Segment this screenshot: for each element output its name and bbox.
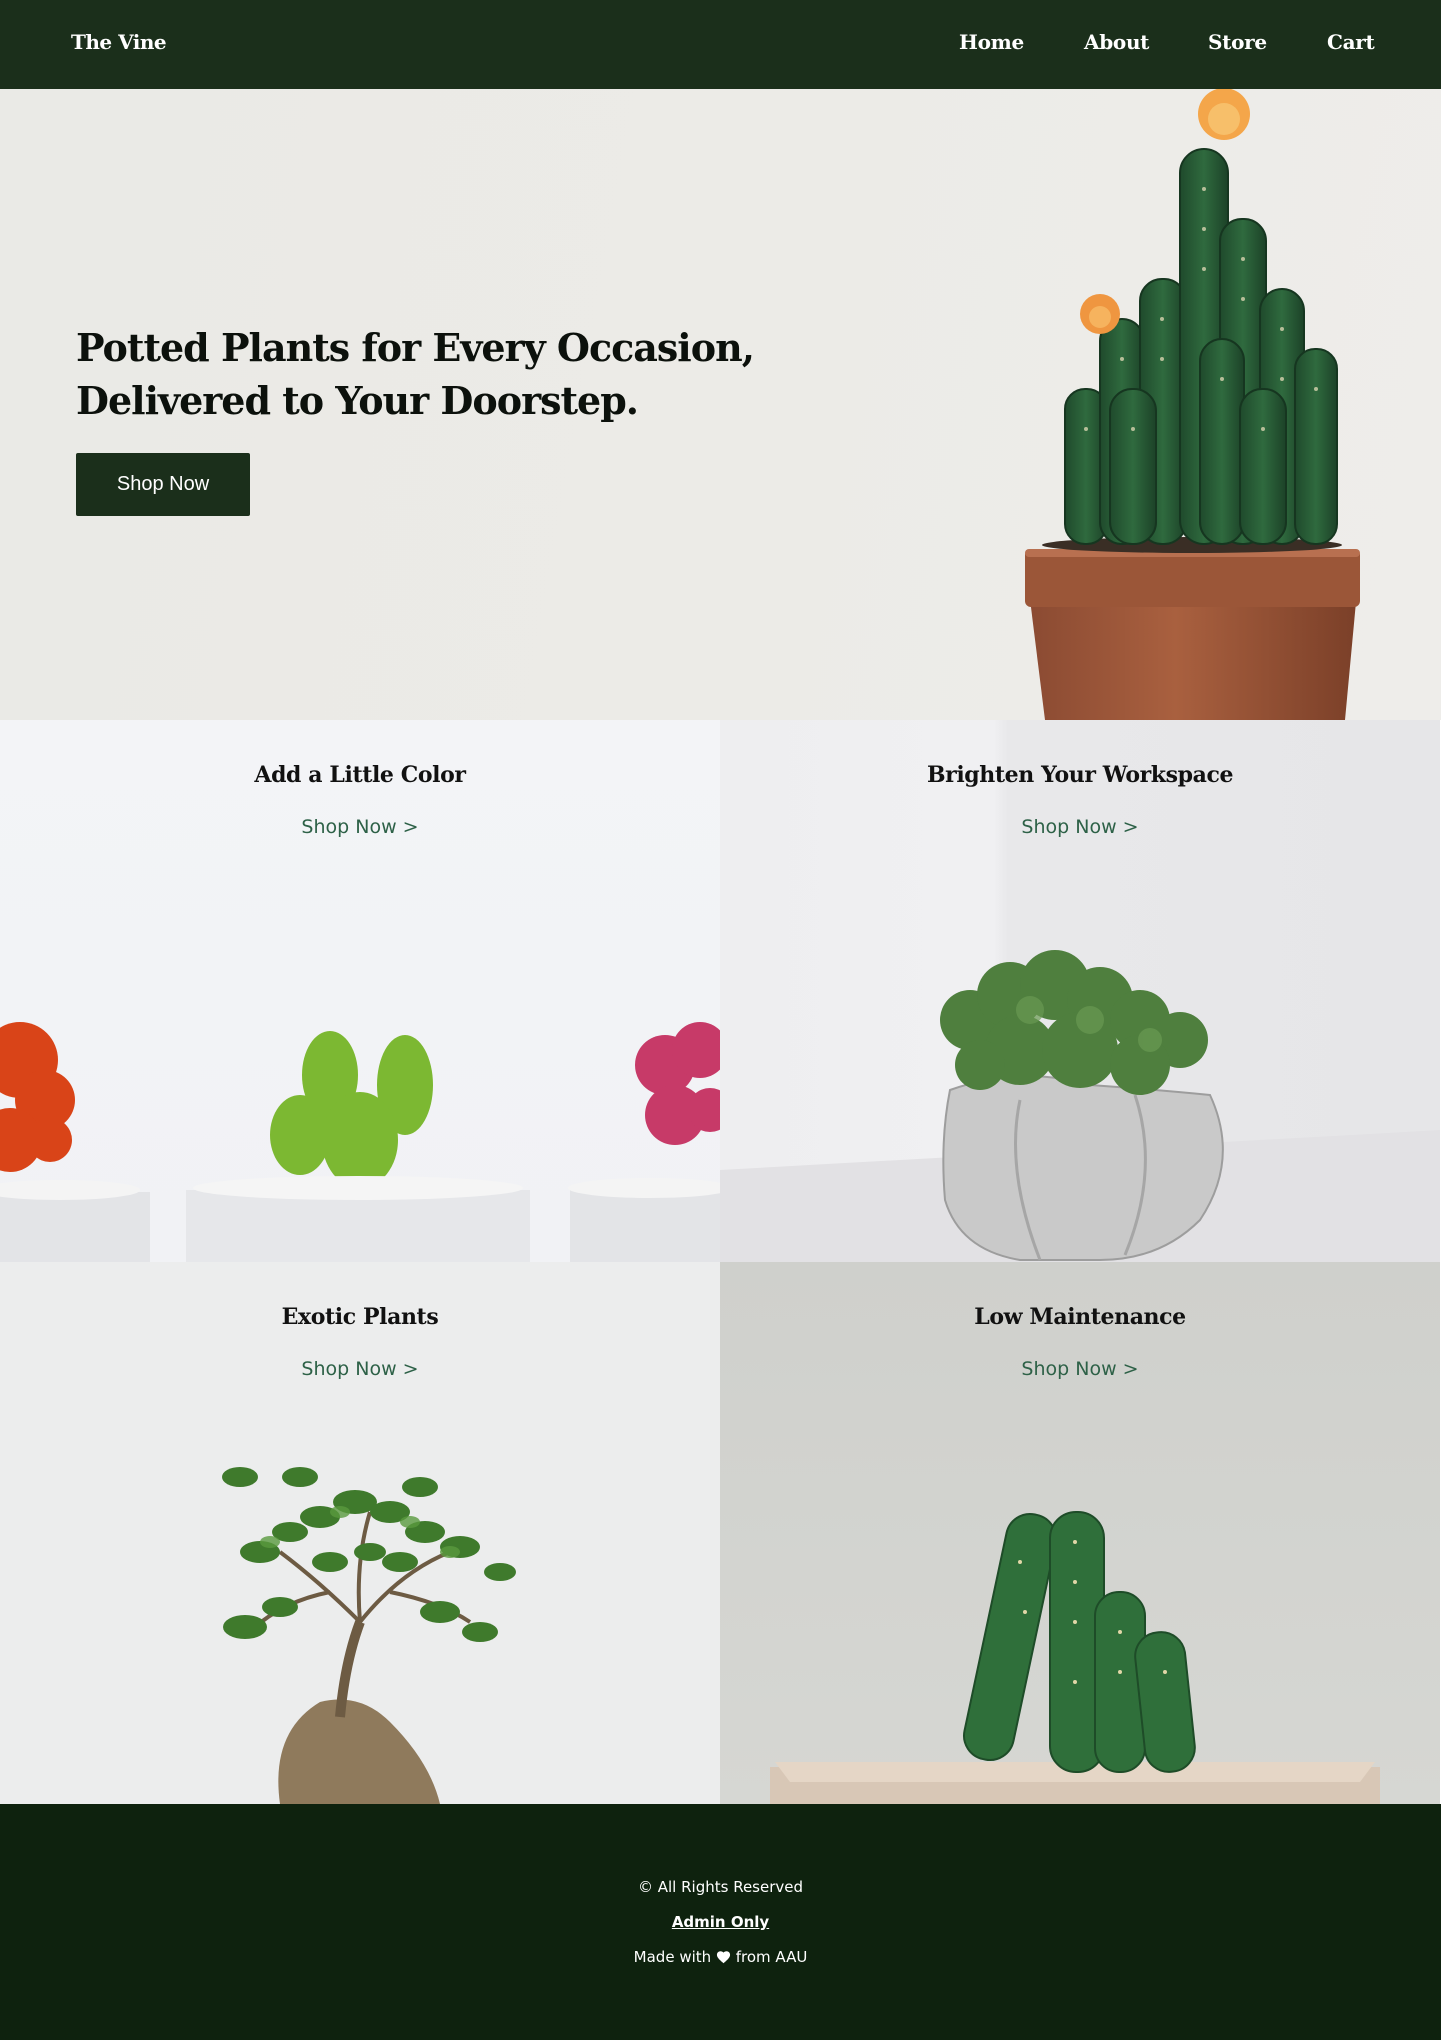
tile-title: Brighten Your Workspace bbox=[926, 762, 1234, 788]
hero-title: Potted Plants for Every Occasion, Delive… bbox=[76, 321, 796, 427]
colorful-cacti-image bbox=[0, 1022, 720, 1262]
category-tile-low-maintenance: Low Maintenance Shop Now > bbox=[720, 1262, 1440, 1804]
footer-made-with: Made with from AAU bbox=[0, 1948, 1441, 1966]
nav-link-home[interactable]: Home bbox=[959, 30, 1024, 54]
made-with-prefix: Made with bbox=[633, 1948, 712, 1966]
made-with-suffix: from AAU bbox=[735, 1948, 808, 1966]
hero-cactus-image bbox=[1025, 89, 1360, 720]
nav-link-store[interactable]: Store bbox=[1208, 30, 1267, 54]
footer-admin: Admin Only bbox=[0, 1913, 1441, 1931]
tile-shop-now-link[interactable]: Shop Now > bbox=[720, 1358, 1440, 1380]
brand-logo[interactable]: The Vine bbox=[71, 30, 167, 54]
category-tile-workspace: Brighten Your Workspace Shop Now > bbox=[720, 720, 1440, 1262]
admin-only-link[interactable]: Admin Only bbox=[672, 1913, 769, 1931]
footer-copyright: © All Rights Reserved bbox=[637, 1878, 804, 1896]
tile-shop-now-link[interactable]: Shop Now > bbox=[0, 1358, 720, 1380]
nav-link-about[interactable]: About bbox=[1084, 30, 1149, 54]
heart-icon bbox=[716, 1951, 730, 1964]
top-navbar: The Vine Home About Store Cart bbox=[0, 0, 1441, 89]
square-planter-cactus-image bbox=[770, 1511, 1380, 1804]
tile-title: Add a Little Color bbox=[254, 762, 466, 788]
category-tile-exotic: Exotic Plants Shop Now > bbox=[0, 1262, 720, 1804]
hero-section: Potted Plants for Every Occasion, Delive… bbox=[0, 89, 1441, 720]
shop-now-button[interactable]: Shop Now bbox=[76, 453, 250, 516]
nav-link-cart[interactable]: Cart bbox=[1327, 30, 1375, 54]
tile-title: Exotic Plants bbox=[281, 1304, 439, 1330]
category-tile-color: Add a Little Color Shop Now > bbox=[0, 720, 720, 1262]
hero-title-line-1: Potted Plants for Every Occasion, bbox=[76, 325, 755, 370]
site-footer: © All Rights Reserved Admin Only Made wi… bbox=[0, 1804, 1441, 2040]
hero-title-line-2: Delivered to Your Doorstep. bbox=[76, 378, 639, 423]
tile-title: Low Maintenance bbox=[974, 1304, 1186, 1330]
moss-pot-image bbox=[720, 950, 1440, 1262]
tile-shop-now-link[interactable]: Shop Now > bbox=[720, 816, 1440, 838]
tile-shop-now-link[interactable]: Shop Now > bbox=[0, 816, 720, 838]
bonsai-image bbox=[222, 1467, 516, 1804]
